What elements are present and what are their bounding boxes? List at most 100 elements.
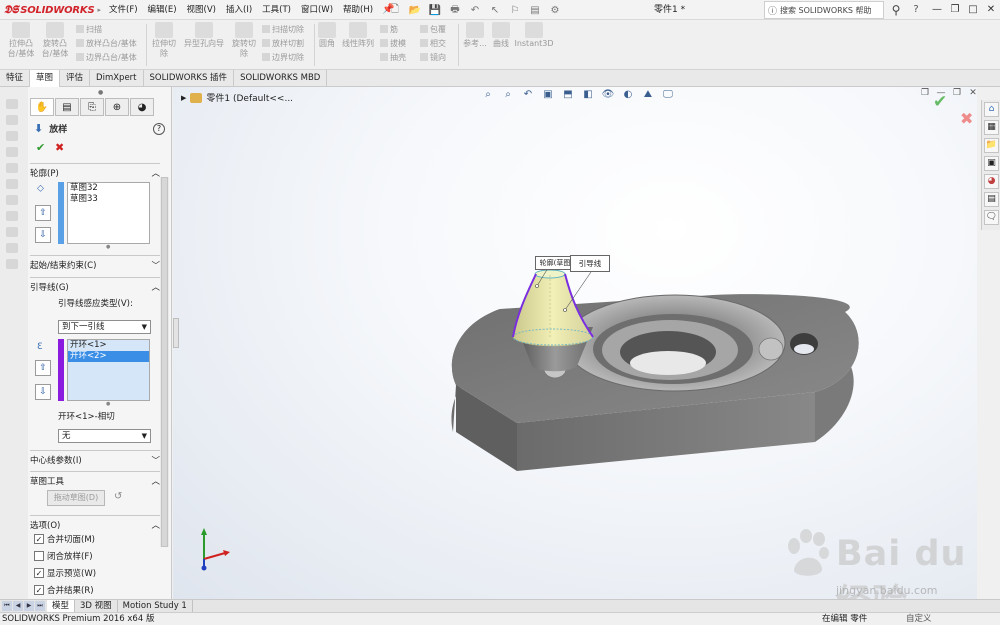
move-down-button[interactable]: ⇩ (35, 384, 51, 400)
panel-scrollbar[interactable] (160, 177, 169, 547)
tree-item-icon[interactable] (6, 147, 18, 157)
list-item[interactable]: 草图32 (68, 183, 149, 194)
hole-bottom[interactable] (630, 351, 706, 375)
tree-item-icon[interactable] (6, 227, 18, 237)
hole-wizard-button[interactable]: 异型孔向导 (180, 22, 228, 49)
reference-geometry-button[interactable]: 参考... (460, 22, 490, 49)
guides-list[interactable]: 开环<1> 开环<2> (67, 339, 150, 401)
intersect-button[interactable]: 相交 (420, 38, 446, 50)
custom-properties-icon[interactable]: ▤ (984, 192, 999, 207)
checkbox-checked-icon[interactable]: ✓ (34, 568, 44, 578)
tree-item-icon[interactable] (6, 163, 18, 173)
new-document-icon[interactable]: 🗋 (386, 2, 404, 18)
lofted-cut-button[interactable]: 放样切割 (262, 38, 304, 50)
forum-icon[interactable]: 🗨 (984, 210, 999, 225)
revolve-boss-button[interactable]: 旋转凸 台/基体 (40, 22, 70, 59)
curves-button[interactable]: 曲线 (490, 22, 512, 49)
sweep-button[interactable]: 扫描 (76, 24, 102, 36)
move-up-button[interactable]: ⇧ (35, 360, 51, 376)
last-tab-icon[interactable]: ⏭ (35, 601, 45, 611)
profiles-group-header[interactable]: 轮廓(P) ︿ (30, 165, 160, 181)
loft-boss-button[interactable]: 放样凸台/基体 (76, 38, 137, 50)
sketch-tools-header[interactable]: 草图工具 ︿ (30, 473, 160, 489)
tangency-select[interactable]: 无 ▼ (58, 429, 151, 443)
custom-units-select[interactable]: 自定义 (906, 613, 932, 625)
open-icon[interactable]: 📂 (406, 2, 424, 18)
centerline-params-header[interactable]: 中心线参数(I) ﹀ (30, 452, 160, 468)
menu-file[interactable]: 文件(F) (104, 0, 143, 20)
undo-icon[interactable]: ↶ (466, 2, 484, 18)
dimxpert-tab-icon[interactable]: ⊕ (105, 98, 129, 116)
fillet-button[interactable]: 圆角 (316, 22, 338, 49)
save-icon[interactable]: 💾 (426, 2, 444, 18)
profile-callout[interactable]: 轮廓(草图 (535, 256, 575, 270)
display-manager-tab-icon[interactable]: ◕ (130, 98, 154, 116)
close-icon[interactable]: ✕ (982, 0, 1000, 20)
scrollbar-thumb[interactable] (161, 177, 168, 547)
extrude-boss-button[interactable]: 拉伸凸 台/基体 (4, 22, 38, 59)
guide-callout[interactable]: 引导线 (570, 255, 610, 272)
ok-button[interactable]: ✔ (36, 141, 45, 154)
checkbox-checked-icon[interactable]: ✓ (34, 585, 44, 595)
close-loft-checkbox[interactable]: 闭合放样(F) (34, 550, 93, 562)
list-item[interactable]: 开环<1> (68, 340, 149, 351)
feature-tree-tab-icon[interactable]: ▤ (55, 98, 79, 116)
checkbox-checked-icon[interactable]: ✓ (34, 534, 44, 544)
solidworks-logo[interactable]: 𝕯𝕾 SOLIDWORKS ▸ (4, 2, 101, 18)
guide-influence-select[interactable]: 到下一引线 ▼ (58, 320, 151, 334)
extrude-cut-button[interactable]: 拉伸切 除 (150, 22, 178, 59)
panel-splitter-handle[interactable] (173, 318, 179, 348)
checkbox-unchecked-icon[interactable] (34, 551, 44, 561)
home-icon[interactable]: ⌂ (984, 102, 999, 117)
tree-item-icon[interactable] (6, 243, 18, 253)
menu-help[interactable]: 帮助(H) (338, 0, 378, 20)
options-header[interactable]: 选项(O) ︿ (30, 517, 160, 533)
tab-motion-study[interactable]: Motion Study 1 (118, 600, 193, 612)
select-icon[interactable]: ↖ (486, 2, 504, 18)
minimize-icon[interactable]: — (928, 0, 946, 20)
tab-3d-views[interactable]: 3D 视图 (75, 600, 118, 612)
property-manager-tab-icon[interactable]: ✋ (30, 98, 54, 116)
shell-button[interactable]: 抽壳 (380, 52, 406, 64)
restore-icon[interactable]: ❐ (946, 0, 964, 20)
chevron-up-icon[interactable]: ︿ (151, 475, 160, 487)
help-search-input[interactable]: ⓘ 搜索 SOLIDWORKS 帮助 (764, 1, 884, 19)
profiles-list[interactable]: 草图32 草图33 (67, 182, 150, 244)
mount-hole-floor[interactable] (794, 344, 814, 354)
revolve-cut-button[interactable]: 旋转切 除 (230, 22, 258, 59)
tree-item-icon[interactable] (6, 99, 18, 109)
tree-item-icon[interactable] (6, 259, 18, 269)
view-palette-icon[interactable]: ▣ (984, 156, 999, 171)
undo-sketch-drag-icon[interactable]: ↺ (114, 491, 122, 502)
rib-button[interactable]: 筋 (380, 24, 398, 36)
first-tab-icon[interactable]: ⏮ (2, 601, 12, 611)
help-icon[interactable]: ? (153, 123, 165, 135)
panel-grip-icon[interactable]: ● (98, 89, 103, 96)
chevron-up-icon[interactable]: ︿ (151, 281, 160, 293)
tab-features[interactable]: 特征 (0, 70, 31, 87)
file-properties-icon[interactable]: ▤ (526, 2, 544, 18)
merge-tangent-faces-checkbox[interactable]: ✓ 合并切面(M) (34, 533, 95, 545)
rebuild-icon[interactable]: ⚐ (506, 2, 524, 18)
menu-insert[interactable]: 插入(I) (221, 0, 257, 20)
move-down-button[interactable]: ⇩ (35, 227, 51, 243)
list-item[interactable]: 开环<2> (68, 351, 149, 362)
merge-result-checkbox[interactable]: ✓ 合并结果(R) (34, 584, 94, 596)
menu-window[interactable]: 窗口(W) (296, 0, 338, 20)
draft-button[interactable]: 拔模 (380, 38, 406, 50)
move-up-button[interactable]: ⇧ (35, 205, 51, 221)
guide-curves-header[interactable]: 引导线(G) ︿ (30, 279, 160, 295)
tree-item-icon[interactable] (6, 211, 18, 221)
wrap-button[interactable]: 包覆 (420, 24, 446, 36)
start-end-constraints-header[interactable]: 起始/结束约束(C) ﹀ (30, 257, 160, 273)
file-explorer-icon[interactable]: 📁 (984, 138, 999, 153)
tree-item-icon[interactable] (6, 179, 18, 189)
next-tab-icon[interactable]: ▶ (24, 601, 34, 611)
cancel-button[interactable]: ✖ (55, 141, 64, 154)
tab-model[interactable]: 模型 (47, 600, 76, 612)
tree-item-icon[interactable] (6, 115, 18, 125)
search-icon[interactable]: ⚲ (885, 1, 907, 19)
boundary-boss-button[interactable]: 边界凸台/基体 (76, 52, 137, 64)
menu-tools[interactable]: 工具(T) (257, 0, 296, 20)
tree-item-icon[interactable] (6, 195, 18, 205)
